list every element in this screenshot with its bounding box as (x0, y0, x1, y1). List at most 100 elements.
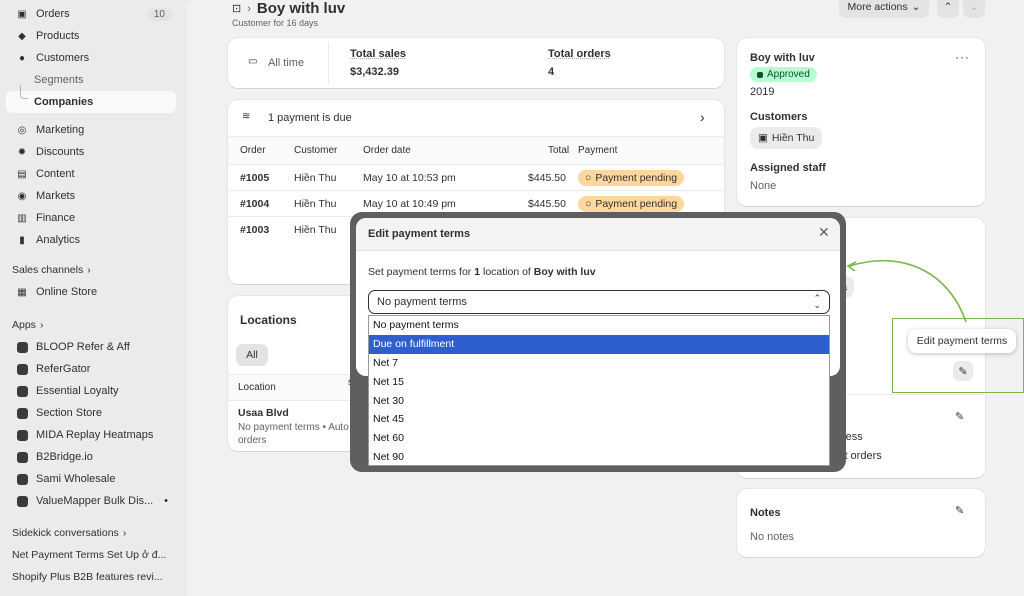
dropdown-option[interactable]: Net 15 (369, 372, 829, 391)
notes-value: No notes (750, 531, 795, 543)
sales-channels-heading[interactable]: Sales channels › (12, 264, 91, 276)
close-icon[interactable]: ✕ (818, 224, 830, 241)
order-date: May 10 at 10:49 pm (363, 197, 456, 210)
payment-terms-dropdown: No payment terms Due on fulfillment Net 7N… (368, 315, 830, 466)
more-actions-button[interactable]: More actions ⌄ (839, 0, 929, 18)
table-row[interactable]: #1005 Hiền Thu May 10 at 10:53 pm $445.5… (228, 164, 724, 190)
nav-app-item[interactable]: ValueMapper Bulk Dis... • (6, 490, 176, 512)
conversation-item[interactable]: Shopify Plus B2B features revi... (12, 571, 163, 583)
chevron-right-icon: › (87, 264, 91, 276)
notes-card: Notes ✎ No notes (737, 489, 985, 557)
more-options-icon[interactable]: ··· (955, 50, 970, 64)
dropdown-option[interactable]: Net 90 (369, 448, 829, 467)
nav-app-item[interactable]: B2Bridge.io (6, 446, 176, 468)
order-customer: Hiền Thu (294, 197, 337, 210)
nav-markets[interactable]: ◉ Markets (6, 185, 176, 207)
customer-chip[interactable]: ▣ Hiền Thu (750, 127, 823, 149)
dropdown-option[interactable]: Net 7 (369, 354, 829, 373)
payment-due-text: 1 payment is due (268, 112, 352, 124)
app-icon (14, 363, 30, 375)
bank-icon: ▥ (17, 212, 27, 224)
column-header: Order (240, 145, 266, 156)
column-header: Order date (363, 145, 411, 156)
app-icon (14, 429, 30, 441)
apps-heading[interactable]: Apps › (12, 319, 43, 331)
company-icon: ⊡ (232, 3, 242, 15)
app-icon (14, 473, 30, 485)
sidebar: ▣ Orders 10 ◆ Products ● Customers Segme… (0, 0, 186, 596)
page-header: ⊡ › Boy with luv (232, 0, 345, 17)
date-range[interactable]: All time (268, 57, 304, 69)
app-icon (14, 495, 30, 507)
stats-card: ▭ All time Total sales $3,432.39 Total o… (228, 38, 724, 88)
nav-app-item[interactable]: MIDA Replay Heatmaps (6, 424, 176, 446)
nav-online-store[interactable]: ▦ Online Store (6, 281, 176, 303)
filter-all-tab[interactable]: All (236, 344, 268, 366)
total-orders-value: 4 (548, 66, 555, 78)
nav-customers[interactable]: ● Customers (6, 47, 176, 69)
payment-status-badge: ○ Payment pending (578, 195, 685, 212)
previous-button[interactable]: ⌃ (937, 0, 959, 18)
edit-pencil-icon[interactable]: ✎ (955, 410, 964, 423)
nav-segments[interactable]: Segments (6, 69, 176, 91)
nav-app-item[interactable]: ReferGator (6, 358, 176, 380)
customers-label: Customers (750, 111, 808, 123)
assigned-staff-label: Assigned staff (750, 162, 826, 174)
column-header: Customer (294, 145, 338, 156)
nav-content[interactable]: ▤ Content (6, 163, 176, 185)
location-detail: orders (238, 435, 267, 446)
payment-terms-select[interactable]: No payment terms ⌃ ⌄ (368, 290, 830, 314)
conversation-item[interactable]: Net Payment Terms Set Up ở đ... (12, 549, 166, 561)
nav-products[interactable]: ◆ Products (6, 25, 176, 47)
nav-app-item[interactable]: Essential Loyalty (6, 380, 176, 402)
modal-header: Edit payment terms ✕ (356, 218, 840, 251)
order-total: $445.50 (528, 171, 566, 184)
column-header: Location (238, 382, 276, 393)
nav-orders[interactable]: ▣ Orders 10 (6, 3, 176, 25)
location-detail: No payment terms • Auto (238, 422, 349, 433)
total-sales-label: Total sales (350, 48, 407, 60)
order-customer: Hiền Thu (294, 223, 337, 236)
chevron-up-icon: ⌃ (943, 1, 953, 13)
nav-companies[interactable]: Companies (6, 85, 176, 113)
total-orders-label: Total orders (548, 48, 611, 60)
content-icon: ▤ (17, 168, 27, 180)
page-title: Boy with luv (256, 0, 346, 17)
dropdown-option[interactable]: No payment terms (369, 316, 829, 335)
nav-finance[interactable]: ▥ Finance (6, 207, 176, 229)
nav-marketing[interactable]: ◎ Marketing (6, 119, 176, 141)
app-icon (14, 451, 30, 463)
dropdown-option[interactable]: Net 30 (369, 391, 829, 410)
nav-app-item[interactable]: Sami Wholesale (6, 468, 176, 490)
dropdown-option[interactable]: Net 60 (369, 429, 829, 448)
pending-circle-icon: ○ (585, 171, 592, 184)
status-badge: Approved (750, 67, 817, 82)
chevron-right-icon[interactable]: › (700, 109, 705, 125)
total-sales-value: $3,432.39 (350, 66, 399, 78)
pin-dot-icon: • (164, 495, 168, 507)
calendar-icon: ▭ (248, 56, 258, 67)
divider (328, 42, 329, 84)
sidekick-heading[interactable]: Sidekick conversations › (12, 527, 126, 539)
nav-discounts[interactable]: ✹ Discounts (6, 141, 176, 163)
notes-title: Notes (750, 507, 781, 519)
globe-icon: ◉ (17, 190, 27, 202)
dropdown-option[interactable]: Net 45 (369, 410, 829, 429)
orders-count-badge: 10 (146, 7, 172, 21)
nav-analytics[interactable]: ▮ Analytics (6, 229, 176, 251)
select-arrows-icon: ⌃ ⌄ (813, 293, 821, 310)
order-number: #1005 (240, 171, 270, 184)
app-icon (14, 385, 30, 397)
edit-pencil-icon[interactable]: ✎ (955, 504, 964, 517)
nav-app-item[interactable]: Section Store (6, 402, 176, 424)
location-name: Usaa Blvd (238, 407, 289, 419)
column-header: Payment (578, 145, 618, 156)
bar-chart-icon: ▮ (19, 234, 25, 246)
app-icon (14, 407, 30, 419)
id-card-icon: ▣ (758, 132, 768, 144)
pending-circle-icon: ○ (585, 197, 592, 210)
next-button[interactable]: ⌄ (963, 0, 985, 18)
tree-connector-icon (20, 85, 28, 99)
nav-app-item[interactable]: BLOOP Refer & Aff (6, 336, 176, 358)
dropdown-option[interactable]: Due on fulfillment (369, 334, 829, 354)
